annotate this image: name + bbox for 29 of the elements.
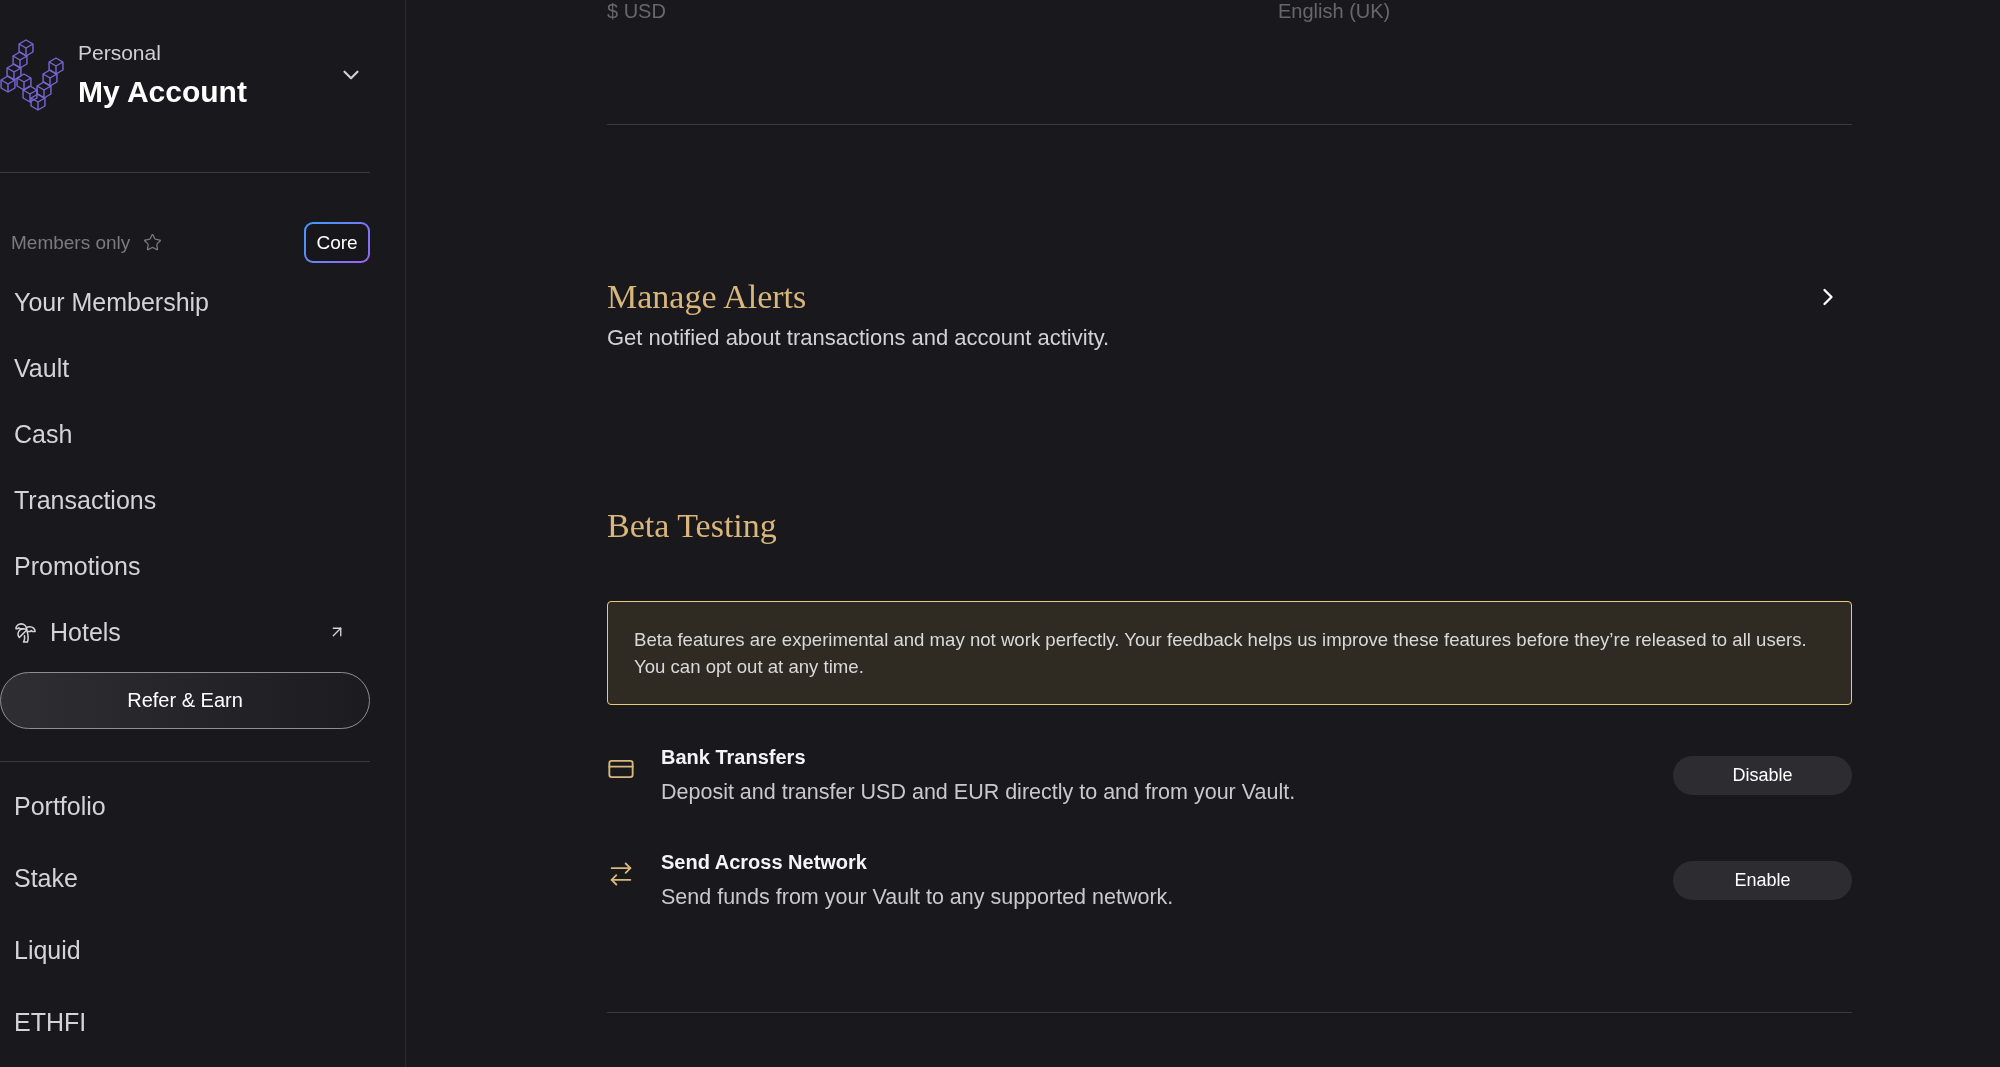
section-title: Manage Alerts — [607, 277, 807, 317]
refer-earn-button[interactable]: Refer & Earn — [0, 672, 370, 729]
currency-value: $ USD — [607, 0, 667, 22]
sidebar-item[interactable]: Your Membership — [14, 287, 209, 317]
feature-description: Send funds from your Vault to any supported network. — [661, 884, 1175, 911]
account-type-label: Personal — [78, 40, 162, 65]
sidebar-item[interactable]: Vault — [14, 353, 70, 383]
feature-description: Deposit and transfer USD and EUR directly to and from your Vault. — [661, 779, 1297, 806]
section-label: Members only — [11, 231, 131, 254]
feature-title: Bank Transfers — [661, 745, 807, 770]
sidebar-item[interactable]: Stake — [14, 863, 78, 893]
sidebar-item[interactable]: Portfolio — [14, 791, 106, 821]
section-description: Get notified about transactions and account activity. — [607, 325, 1111, 351]
account-name: My Account — [78, 73, 247, 110]
sidebar-item[interactable]: Liquid — [14, 935, 81, 965]
feature-toggle-button[interactable]: Disable — [1673, 755, 1852, 795]
feature-toggle-button[interactable]: Enable — [1673, 860, 1852, 900]
star-icon — [143, 233, 163, 252]
sidebar-item[interactable]: Hotels — [14, 617, 346, 647]
sidebar-item[interactable]: ETHFI — [14, 1007, 87, 1037]
palm-tree-icon — [14, 620, 37, 644]
beta-notice: Beta features are experimental and may not work perfectly. Your feedback helps us improve these features before they’re released to all users. You can opt out at any time. — [607, 601, 1852, 705]
sidebar-item[interactable]: Transactions — [14, 485, 157, 515]
tier-badge: Core — [304, 222, 370, 263]
sidebar-item[interactable]: Cash — [14, 419, 73, 449]
section-title: Beta Testing — [607, 506, 777, 546]
language-value: English (UK) — [1278, 0, 1392, 22]
sidebar-item[interactable]: Promotions — [14, 551, 141, 581]
feature-title: Send Across Network — [661, 850, 868, 875]
